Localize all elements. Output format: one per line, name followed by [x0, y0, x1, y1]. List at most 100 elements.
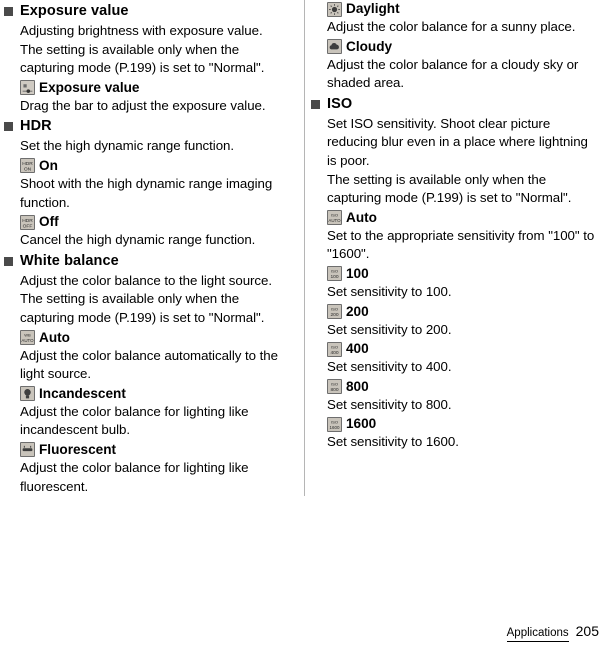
- option-description: Cancel the high dynamic range function.: [20, 232, 256, 248]
- option-label: Cloudy: [346, 38, 393, 54]
- option-description: Adjust the color balance for a cloudy sk…: [327, 56, 579, 91]
- section-heading-exposure-value: Exposure value: [4, 2, 296, 21]
- manual-page: Exposure value Adjusting brightness with…: [0, 0, 607, 648]
- iso-200-icon: ISO 200: [327, 304, 342, 320]
- option-label: 400: [346, 341, 369, 357]
- iso-800-icon: ISO 800: [327, 379, 342, 395]
- left-column: Exposure value Adjusting brightness with…: [0, 0, 304, 496]
- option-row: HDR OFF Off: [20, 213, 296, 231]
- option-label: Auto: [39, 329, 70, 345]
- option-description: Set sensitivity to 400.: [327, 359, 452, 375]
- section-heading-white-balance: White balance: [4, 252, 296, 271]
- iso-1600-icon: ISO 1600: [327, 416, 342, 432]
- option-label: Off: [39, 214, 59, 230]
- svg-text:HDR: HDR: [22, 162, 33, 168]
- hdr-on-icon: HDR ON: [20, 158, 35, 174]
- section-paragraph: The setting is available only when the c…: [20, 291, 265, 325]
- option-row: Fluorescent: [20, 441, 296, 459]
- svg-text:ISO: ISO: [331, 269, 338, 274]
- option-label: Auto: [346, 209, 377, 225]
- option-row: ISO 400 400: [327, 340, 599, 358]
- option-row: ISO AUTO Auto: [327, 209, 599, 227]
- section-title: Exposure value: [20, 3, 129, 19]
- option-row: HDR ON On: [20, 157, 296, 175]
- option-description: Set to the appropriate sensitivity from …: [327, 227, 595, 262]
- white-balance-auto-icon: WB AUTO: [20, 330, 35, 346]
- section-heading-hdr: HDR: [4, 117, 296, 136]
- option-label: 800: [346, 378, 369, 394]
- option-row: Daylight: [327, 0, 599, 18]
- svg-text:WB: WB: [24, 333, 31, 338]
- option-description: Adjust the color balance for lighting li…: [20, 403, 249, 438]
- section-paragraph: The setting is available only when the c…: [327, 171, 572, 206]
- exposure-value-icon: [20, 80, 35, 96]
- svg-text:ISO: ISO: [331, 213, 338, 218]
- svg-text:OFF: OFF: [23, 223, 33, 229]
- fluorescent-icon: [20, 442, 35, 458]
- option-label: 100: [346, 265, 369, 281]
- square-bullet-icon: [4, 122, 13, 132]
- option-row: ISO 1600 1600: [327, 415, 599, 433]
- section-title: ISO: [327, 95, 353, 112]
- option-row: WB AUTO Auto: [20, 329, 296, 347]
- square-bullet-icon: [311, 99, 320, 109]
- svg-text:200: 200: [330, 312, 338, 318]
- svg-text:1600: 1600: [330, 425, 340, 430]
- section-title: HDR: [20, 118, 52, 135]
- section-paragraph: The setting is available only when the c…: [20, 41, 265, 76]
- option-row: Cloudy: [327, 38, 599, 56]
- option-description: Set sensitivity to 200.: [327, 321, 452, 337]
- right-column: Daylight Adjust the color balance for a …: [304, 0, 607, 497]
- option-row: ISO 100 100: [327, 265, 599, 283]
- option-row: ISO 800 800: [327, 378, 599, 396]
- svg-text:ISO: ISO: [331, 344, 338, 349]
- option-label: Daylight: [346, 1, 400, 16]
- cloudy-icon: [327, 39, 342, 55]
- svg-text:AUTO: AUTO: [21, 338, 34, 343]
- option-label: 200: [346, 303, 369, 319]
- option-label: 1600: [346, 416, 377, 432]
- iso-100-icon: ISO 100: [327, 266, 342, 282]
- option-description: Set sensitivity to 1600.: [327, 434, 459, 450]
- square-bullet-icon: [4, 256, 13, 266]
- svg-text:ISO: ISO: [331, 420, 338, 425]
- section-paragraph: Adjusting brightness with exposure value…: [20, 23, 263, 38]
- section-paragraph: Set ISO sensitivity. Shoot clear picture…: [327, 115, 588, 168]
- option-row: ISO 200 200: [327, 303, 599, 321]
- svg-text:400: 400: [330, 350, 338, 356]
- svg-text:AUTO: AUTO: [328, 218, 341, 223]
- hdr-off-icon: HDR OFF: [20, 214, 35, 230]
- square-bullet-icon: [4, 7, 13, 16]
- option-description: Adjust the color balance for a sunny pla…: [327, 19, 576, 34]
- iso-auto-icon: ISO AUTO: [327, 210, 342, 226]
- option-label: Fluorescent: [39, 441, 117, 457]
- section-title: White balance: [20, 252, 119, 269]
- svg-text:HDR: HDR: [22, 218, 33, 224]
- daylight-icon: [327, 1, 342, 17]
- option-row: Incandescent: [20, 385, 296, 403]
- section-paragraph: Set the high dynamic range function.: [20, 138, 235, 154]
- option-description: Set sensitivity to 800.: [327, 396, 452, 412]
- option-row: Exposure value: [20, 79, 296, 97]
- option-description: Adjust the color balance for lighting li…: [20, 459, 249, 494]
- iso-400-icon: ISO 400: [327, 341, 342, 357]
- svg-text:ISO: ISO: [331, 307, 338, 312]
- svg-text:800: 800: [330, 387, 338, 393]
- two-column-body: Exposure value Adjusting brightness with…: [0, 0, 607, 497]
- option-label: On: [39, 157, 58, 173]
- svg-text:ON: ON: [24, 167, 32, 173]
- option-description: Set sensitivity to 100.: [327, 283, 452, 299]
- svg-text:ISO: ISO: [331, 382, 338, 387]
- option-description: Adjust the color balance automatically t…: [20, 347, 278, 382]
- option-description: Drag the bar to adjust the exposure valu…: [20, 97, 266, 113]
- option-description: Shoot with the high dynamic range imagin…: [20, 175, 273, 210]
- incandescent-icon: [20, 386, 35, 402]
- section-paragraph: Adjust the color balance to the light so…: [20, 272, 273, 288]
- page-footer: Applications 205: [506, 623, 599, 642]
- option-label: Incandescent: [39, 385, 126, 401]
- section-heading-iso: ISO: [311, 95, 599, 114]
- svg-text:100: 100: [330, 274, 338, 280]
- footer-page-number: 205: [575, 623, 599, 639]
- option-label: Exposure value: [39, 79, 140, 95]
- footer-section-label: Applications: [506, 626, 569, 642]
